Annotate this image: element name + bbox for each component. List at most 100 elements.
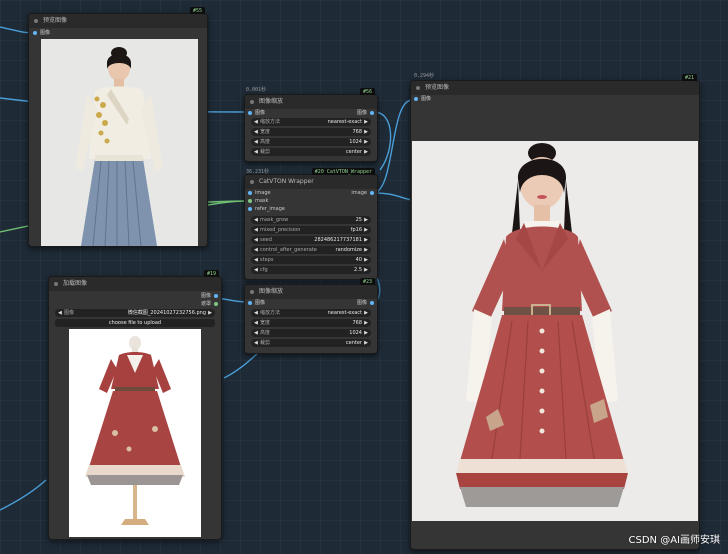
widget-label: 裁剪 bbox=[260, 340, 271, 346]
increment-arrow-icon[interactable]: ▶ bbox=[364, 138, 368, 146]
increment-arrow-icon[interactable]: ▶ bbox=[364, 118, 368, 126]
collapse-dot[interactable] bbox=[250, 180, 254, 184]
input-port-image[interactable]: 图像 bbox=[414, 96, 431, 103]
collapse-dot[interactable] bbox=[250, 100, 254, 104]
decrement-arrow-icon[interactable]: ◀ bbox=[254, 118, 258, 126]
woman-hanfu-illustration bbox=[75, 47, 163, 246]
node-preview-image-top[interactable]: #55 预览图像 图像 bbox=[28, 7, 208, 247]
decrement-arrow-icon[interactable]: ◀ bbox=[254, 148, 258, 156]
increment-arrow-icon[interactable]: ▶ bbox=[364, 319, 368, 327]
input-port-mask[interactable]: mask bbox=[248, 198, 268, 205]
port-label: image bbox=[351, 190, 367, 196]
node-image-resize-bottom[interactable]: #23 图像缩放 图像 图像 ◀ 缩放方法 nearest-exact ▶ ◀ … bbox=[244, 278, 378, 354]
node-title[interactable]: 图像缩放 bbox=[245, 285, 377, 299]
input-port-image[interactable]: 图像 bbox=[248, 110, 265, 117]
port-dot[interactable] bbox=[248, 191, 252, 195]
decrement-arrow-icon[interactable]: ◀ bbox=[254, 128, 258, 136]
increment-arrow-icon[interactable]: ▶ bbox=[364, 266, 368, 274]
node-load-image[interactable]: #19 加载图像 图像 遮罩 ◀ 图像 微信截图_20241027232756.… bbox=[48, 270, 222, 540]
decrement-arrow-icon[interactable]: ◀ bbox=[254, 138, 258, 146]
increment-arrow-icon[interactable]: ▶ bbox=[208, 309, 212, 317]
port-dot[interactable] bbox=[33, 31, 37, 35]
output-port-image[interactable]: 图像 bbox=[201, 293, 218, 300]
increment-arrow-icon[interactable]: ▶ bbox=[364, 128, 368, 136]
widget-height[interactable]: ◀ 高度 1024 ▶ bbox=[251, 138, 371, 146]
increment-arrow-icon[interactable]: ▶ bbox=[364, 216, 368, 224]
increment-arrow-icon[interactable]: ▶ bbox=[364, 226, 368, 234]
collapse-dot[interactable] bbox=[416, 86, 420, 90]
output-port-image[interactable]: 图像 bbox=[357, 110, 374, 117]
port-dot[interactable] bbox=[248, 111, 252, 115]
increment-arrow-icon[interactable]: ▶ bbox=[364, 329, 368, 337]
increment-arrow-icon[interactable]: ▶ bbox=[364, 339, 368, 347]
decrement-arrow-icon[interactable]: ◀ bbox=[254, 319, 258, 327]
port-dot[interactable] bbox=[370, 301, 374, 305]
increment-arrow-icon[interactable]: ▶ bbox=[364, 148, 368, 156]
port-dot[interactable] bbox=[248, 199, 252, 203]
widget-crop[interactable]: ◀ 裁剪 center ▶ bbox=[251, 148, 371, 156]
output-port-image[interactable]: image bbox=[351, 190, 374, 197]
widget-steps[interactable]: ◀ steps 40 ▶ bbox=[251, 256, 371, 264]
decrement-arrow-icon[interactable]: ◀ bbox=[254, 339, 258, 347]
port-dot[interactable] bbox=[414, 97, 418, 101]
port-dot[interactable] bbox=[370, 191, 374, 195]
widget-crop[interactable]: ◀ 裁剪 center ▶ bbox=[251, 339, 371, 347]
widget-value: 25 bbox=[355, 217, 362, 223]
input-port-image[interactable]: 图像 bbox=[248, 300, 265, 307]
port-label: 图像 bbox=[255, 300, 266, 306]
decrement-arrow-icon[interactable]: ◀ bbox=[254, 309, 258, 317]
widget-width[interactable]: ◀ 宽度 768 ▶ bbox=[251, 319, 371, 327]
choose-file-button[interactable]: choose file to upload bbox=[55, 319, 215, 327]
collapse-dot[interactable] bbox=[54, 282, 58, 286]
port-label: 图像 bbox=[200, 293, 211, 299]
port-dot[interactable] bbox=[248, 301, 252, 305]
widget-resize-method[interactable]: ◀ 缩放方法 nearest-exact ▶ bbox=[251, 309, 371, 317]
output-port-mask[interactable]: 遮罩 bbox=[201, 301, 218, 308]
widget-control-after-generate[interactable]: ◀ control_after_generate randomize ▶ bbox=[251, 246, 371, 254]
increment-arrow-icon[interactable]: ▶ bbox=[364, 236, 368, 244]
port-dot[interactable] bbox=[214, 294, 218, 298]
widget-label: cfg bbox=[260, 267, 268, 273]
increment-arrow-icon[interactable]: ▶ bbox=[364, 246, 368, 254]
node-title[interactable]: 预览图像 bbox=[29, 14, 207, 28]
port-dot[interactable] bbox=[248, 207, 252, 211]
increment-arrow-icon[interactable]: ▶ bbox=[364, 309, 368, 317]
link-bottom-left bbox=[0, 479, 47, 511]
node-preview-image-right[interactable]: #21 预览图像 图像 bbox=[410, 74, 700, 550]
port-label: image bbox=[255, 190, 271, 196]
widget-mixed-precision[interactable]: ◀ mixed_precision fp16 ▶ bbox=[251, 226, 371, 234]
link-bottom-center bbox=[223, 352, 259, 379]
decrement-arrow-icon[interactable]: ◀ bbox=[254, 216, 258, 224]
widget-value: 微信截图_20241027232756.png bbox=[127, 310, 206, 316]
port-dot[interactable] bbox=[370, 111, 374, 115]
collapse-dot[interactable] bbox=[34, 19, 38, 23]
widget-width[interactable]: ◀ 宽度 768 ▶ bbox=[251, 128, 371, 136]
widget-value: 40 bbox=[355, 257, 362, 263]
decrement-arrow-icon[interactable]: ◀ bbox=[254, 246, 258, 254]
widget-cfg[interactable]: ◀ cfg 2.5 ▶ bbox=[251, 266, 371, 274]
widget-seed[interactable]: ◀ seed 282486217737181 ▶ bbox=[251, 236, 371, 244]
decrement-arrow-icon[interactable]: ◀ bbox=[254, 236, 258, 244]
decrement-arrow-icon[interactable]: ◀ bbox=[58, 309, 62, 317]
decrement-arrow-icon[interactable]: ◀ bbox=[254, 256, 258, 264]
node-catvton-wrapper[interactable]: #20 CatVTON_Wrapper CatVTON Wrapper imag… bbox=[244, 168, 378, 280]
node-title[interactable]: 加载图像 bbox=[49, 277, 221, 291]
decrement-arrow-icon[interactable]: ◀ bbox=[254, 226, 258, 234]
collapse-dot[interactable] bbox=[250, 290, 254, 294]
node-image-resize-top[interactable]: #56 图像缩放 图像 图像 ◀ 缩放方法 nearest-exact ▶ ◀ … bbox=[244, 88, 378, 162]
node-title[interactable]: CatVTON Wrapper bbox=[245, 175, 377, 189]
widget-mask-grow[interactable]: ◀ mask_grow 25 ▶ bbox=[251, 216, 371, 224]
increment-arrow-icon[interactable]: ▶ bbox=[364, 256, 368, 264]
port-dot[interactable] bbox=[214, 302, 218, 306]
widget-height[interactable]: ◀ 高度 1024 ▶ bbox=[251, 329, 371, 337]
node-title[interactable]: 图像缩放 bbox=[245, 95, 377, 109]
widget-image-file[interactable]: ◀ 图像 微信截图_20241027232756.png ▶ bbox=[55, 309, 215, 317]
output-port-image[interactable]: 图像 bbox=[357, 300, 374, 307]
input-port-image[interactable]: 图像 bbox=[33, 30, 50, 37]
input-port-image[interactable]: image bbox=[248, 190, 271, 197]
decrement-arrow-icon[interactable]: ◀ bbox=[254, 266, 258, 274]
input-port-refer-image[interactable]: refer_image bbox=[248, 206, 285, 213]
decrement-arrow-icon[interactable]: ◀ bbox=[254, 329, 258, 337]
widget-resize-method[interactable]: ◀ 缩放方法 nearest-exact ▶ bbox=[251, 118, 371, 126]
node-title[interactable]: 预览图像 bbox=[411, 81, 699, 95]
